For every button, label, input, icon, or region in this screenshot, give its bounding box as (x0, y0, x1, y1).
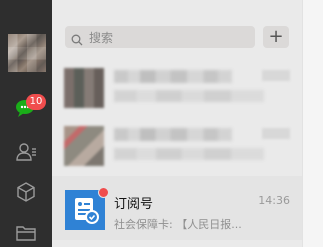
blurred-preview (114, 148, 264, 160)
blurred-time (262, 128, 290, 139)
unread-badge: 10 (26, 94, 46, 110)
contacts-icon[interactable] (14, 140, 38, 164)
blurred-title (114, 128, 232, 141)
sidebar: 10 (0, 0, 52, 247)
conversation-time: 14:36 (258, 194, 290, 207)
user-avatar[interactable] (8, 34, 46, 72)
search-input[interactable]: 搜索 (65, 26, 255, 48)
conversation-preview: 社会保障卡: 【人民日报... (114, 218, 242, 231)
blurred-avatar (64, 126, 104, 166)
unread-dot (98, 187, 109, 198)
conversation-panel: 搜索 + 订阅号 14:36 社会保障卡: 【人民日报... (52, 0, 302, 247)
search-icon (71, 31, 83, 50)
blurred-preview (114, 90, 264, 102)
conversation-title: 订阅号 (114, 197, 154, 212)
conversation-item-subscriptions[interactable]: 订阅号 14:36 社会保障卡: 【人民日报... (52, 176, 302, 240)
blurred-avatar (64, 68, 104, 108)
search-placeholder: 搜索 (89, 31, 114, 45)
conversation-item-blurred[interactable] (52, 118, 302, 174)
conversation-item-blurred[interactable] (52, 60, 302, 116)
chat-area-edge (302, 0, 323, 247)
cube-icon[interactable] (14, 180, 38, 204)
add-button[interactable]: + (263, 26, 289, 48)
blurred-time (262, 70, 290, 81)
folder-icon[interactable] (14, 221, 38, 245)
blurred-title (114, 70, 232, 83)
